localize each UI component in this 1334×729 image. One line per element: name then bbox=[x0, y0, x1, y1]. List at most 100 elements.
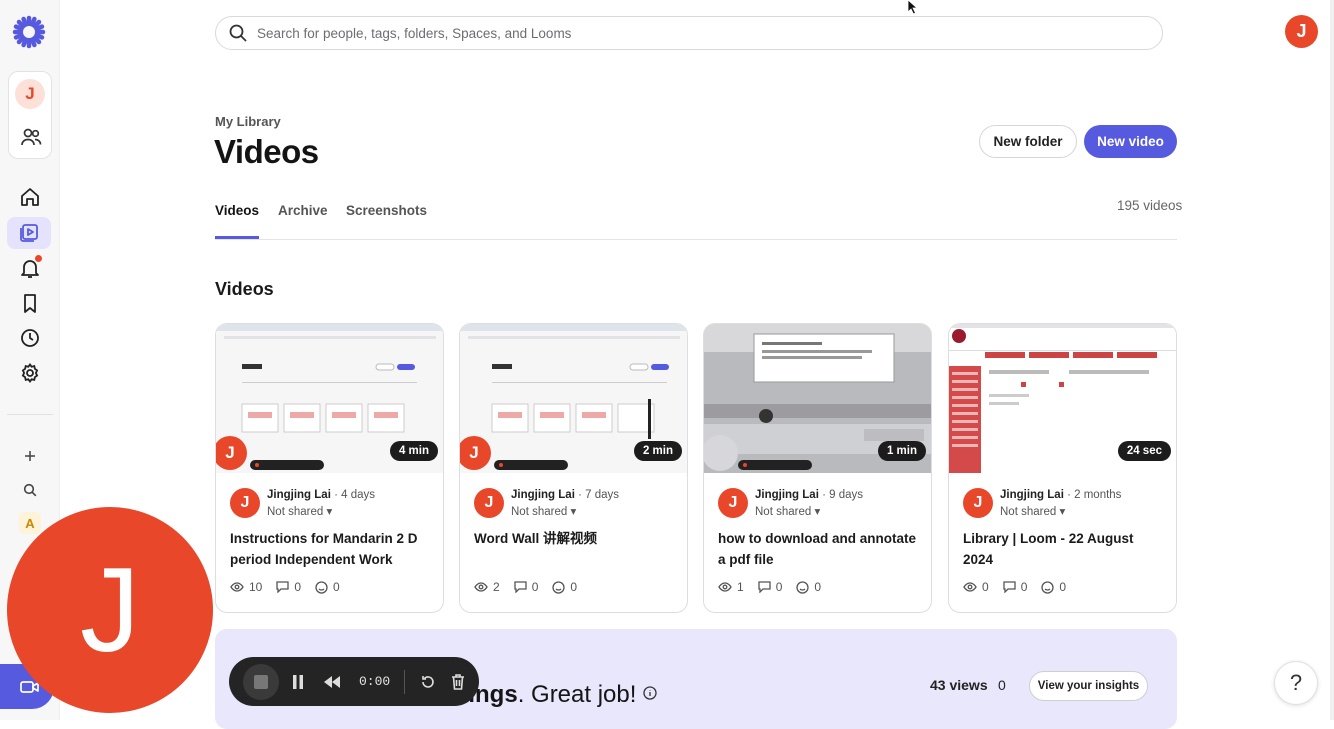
nav-watch-later[interactable] bbox=[12, 287, 48, 319]
nav-settings[interactable] bbox=[12, 357, 48, 389]
reaction-count: 0 bbox=[1059, 580, 1067, 594]
video-card[interactable]: 24 sec J Jingjing Lai · 2 months Not sha… bbox=[948, 323, 1177, 613]
stop-button[interactable] bbox=[243, 663, 279, 700]
view-count: 10 bbox=[249, 580, 263, 594]
video-thumbnail[interactable]: J 2 min bbox=[460, 324, 687, 473]
search-icon bbox=[229, 24, 247, 42]
share-status[interactable]: Not shared ▾ bbox=[755, 504, 820, 518]
library-tabs: Videos Archive Screenshots bbox=[215, 203, 1177, 240]
video-stats: 10 0 0 bbox=[230, 580, 354, 594]
video-age: 7 days bbox=[585, 489, 620, 501]
nav-history[interactable] bbox=[12, 322, 48, 354]
owner-name[interactable]: Jingjing Lai bbox=[1000, 489, 1064, 501]
owner-avatar[interactable]: J bbox=[963, 488, 993, 518]
tab-videos[interactable]: Videos bbox=[215, 203, 260, 239]
thumbnail-controls bbox=[494, 460, 568, 470]
video-title[interactable]: how to download and annotate a pdf file bbox=[718, 528, 918, 570]
video-age: 9 days bbox=[829, 489, 864, 501]
share-status-label: Not shared bbox=[511, 506, 568, 518]
delete-button[interactable] bbox=[443, 667, 473, 697]
workspace-switcher[interactable]: J bbox=[8, 71, 52, 159]
video-stats: 0 0 0 bbox=[963, 580, 1080, 594]
notification-badge bbox=[35, 255, 42, 262]
search-icon bbox=[23, 483, 37, 497]
smile-icon bbox=[315, 580, 328, 594]
workspace-avatar[interactable]: J bbox=[15, 79, 45, 109]
share-status[interactable]: Not shared ▾ bbox=[511, 504, 576, 518]
breadcrumb[interactable]: My Library bbox=[215, 114, 281, 129]
rewind-button[interactable] bbox=[315, 665, 349, 699]
video-age: 2 months bbox=[1074, 489, 1122, 501]
video-thumbnail[interactable]: J 4 min bbox=[216, 324, 443, 473]
owner-line: Jingjing Lai · 9 days bbox=[755, 489, 864, 501]
search-bar[interactable] bbox=[215, 16, 1163, 50]
bookmark-icon bbox=[24, 294, 36, 313]
video-card[interactable]: J 4 min J Jingjing Lai · 4 days Not shar… bbox=[215, 323, 444, 613]
smile-icon bbox=[1041, 580, 1055, 594]
share-status-label: Not shared bbox=[1000, 506, 1057, 518]
browse-spaces-button[interactable] bbox=[20, 480, 40, 500]
owner-line: Jingjing Lai · 2 months bbox=[1000, 489, 1122, 501]
search-input[interactable] bbox=[257, 25, 1137, 41]
tab-archive[interactable]: Archive bbox=[278, 203, 328, 239]
video-card[interactable]: J 2 min J Jingjing Lai · 7 days Not shar… bbox=[459, 323, 688, 613]
owner-name[interactable]: Jingjing Lai bbox=[755, 489, 819, 501]
owner-name[interactable]: Jingjing Lai bbox=[267, 489, 331, 501]
view-count: 2 bbox=[493, 580, 500, 594]
video-title[interactable]: Word Wall 讲解视频 bbox=[474, 528, 674, 549]
eye-icon bbox=[474, 582, 488, 592]
nav-notifications[interactable] bbox=[12, 252, 48, 284]
video-duration: 4 min bbox=[389, 441, 438, 461]
add-space-button[interactable] bbox=[20, 446, 40, 466]
owner-avatar[interactable]: J bbox=[230, 488, 260, 518]
tab-screenshots[interactable]: Screenshots bbox=[346, 203, 427, 239]
smile-icon bbox=[552, 580, 566, 594]
share-status[interactable]: Not shared ▾ bbox=[1000, 504, 1065, 518]
library-icon bbox=[20, 224, 38, 242]
nav-home[interactable] bbox=[12, 181, 48, 213]
chevron-down-icon: ▾ bbox=[570, 506, 577, 518]
plus-icon bbox=[25, 451, 35, 461]
video-stats: 1 0 0 bbox=[718, 580, 835, 594]
chevron-down-icon: ▾ bbox=[814, 506, 821, 518]
owner-avatar[interactable]: J bbox=[718, 488, 748, 518]
video-stats: 2 0 0 bbox=[474, 580, 591, 594]
video-thumbnail[interactable]: 1 min bbox=[704, 324, 931, 473]
scrollbar[interactable] bbox=[1330, 0, 1334, 720]
section-title: Videos bbox=[215, 279, 274, 299]
video-count: 195 videos bbox=[1117, 198, 1183, 213]
owner-avatar[interactable]: J bbox=[474, 488, 504, 518]
thumbnail-controls bbox=[738, 460, 812, 470]
video-card[interactable]: 1 min J Jingjing Lai · 9 days Not shared… bbox=[703, 323, 932, 613]
space-avatar[interactable]: A bbox=[19, 512, 41, 534]
insights-message-rest: . Great job! bbox=[517, 681, 637, 708]
restart-button[interactable] bbox=[413, 667, 443, 697]
pause-icon bbox=[293, 674, 303, 689]
user-avatar[interactable]: J bbox=[1285, 15, 1318, 48]
share-status[interactable]: Not shared ▾ bbox=[267, 504, 332, 518]
view-insights-button[interactable]: View your insights bbox=[1029, 671, 1148, 701]
comment-count: 0 bbox=[775, 580, 783, 594]
loom-logo-icon[interactable] bbox=[12, 15, 46, 49]
info-icon[interactable] bbox=[643, 686, 657, 700]
owner-name[interactable]: Jingjing Lai bbox=[511, 489, 575, 501]
help-button[interactable]: ? bbox=[1274, 661, 1318, 705]
comment-count: 0 bbox=[1020, 580, 1028, 594]
page-title: Videos bbox=[214, 133, 319, 170]
recording-controls: 0:00 bbox=[229, 657, 479, 706]
eye-icon bbox=[718, 582, 732, 592]
insights-views: 43 views bbox=[930, 677, 988, 693]
new-folder-button[interactable]: New folder bbox=[979, 125, 1077, 158]
video-thumbnail[interactable]: 24 sec bbox=[949, 324, 1176, 473]
pause-button[interactable] bbox=[281, 665, 315, 699]
owner-line: Jingjing Lai · 7 days bbox=[511, 489, 620, 501]
people-icon[interactable] bbox=[20, 126, 42, 148]
chevron-down-icon: ▾ bbox=[326, 506, 333, 518]
video-duration: 24 sec bbox=[1117, 441, 1171, 461]
camera-bubble[interactable]: J bbox=[7, 507, 213, 713]
video-title[interactable]: Library | Loom - 22 August 2024 bbox=[963, 528, 1163, 570]
nav-library[interactable] bbox=[7, 217, 51, 249]
video-title[interactable]: Instructions for Mandarin 2 D period Ind… bbox=[230, 528, 430, 570]
restart-icon bbox=[422, 675, 434, 688]
new-video-button[interactable]: New video bbox=[1084, 125, 1177, 158]
